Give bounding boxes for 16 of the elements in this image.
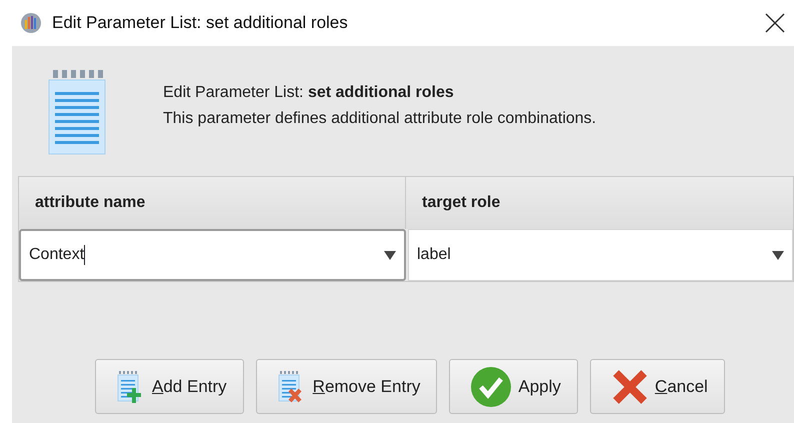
cancel-button[interactable]: Cancel	[590, 359, 725, 414]
dropdown-arrow-icon	[772, 250, 784, 260]
app-logo-icon	[20, 12, 42, 34]
remove-button[interactable]: Remove Entry	[256, 359, 438, 414]
dropdown-arrow-icon	[384, 250, 396, 260]
header-description: This parameter defines additional attribute role combinations.	[163, 109, 596, 129]
check-icon	[470, 366, 512, 408]
dropdown-field[interactable]: label	[408, 229, 793, 281]
dropdown-field[interactable]: Context	[19, 229, 406, 281]
column-header: target role	[421, 193, 502, 213]
close-icon	[765, 13, 785, 33]
add-button[interactable]: Add Entry	[95, 359, 244, 414]
cross-icon	[610, 368, 649, 406]
apply-button[interactable]: Apply	[449, 359, 578, 414]
window-title: Edit Parameter List: set additional roles	[52, 12, 348, 34]
header-title: Edit Parameter List: set additional roles	[163, 83, 455, 103]
